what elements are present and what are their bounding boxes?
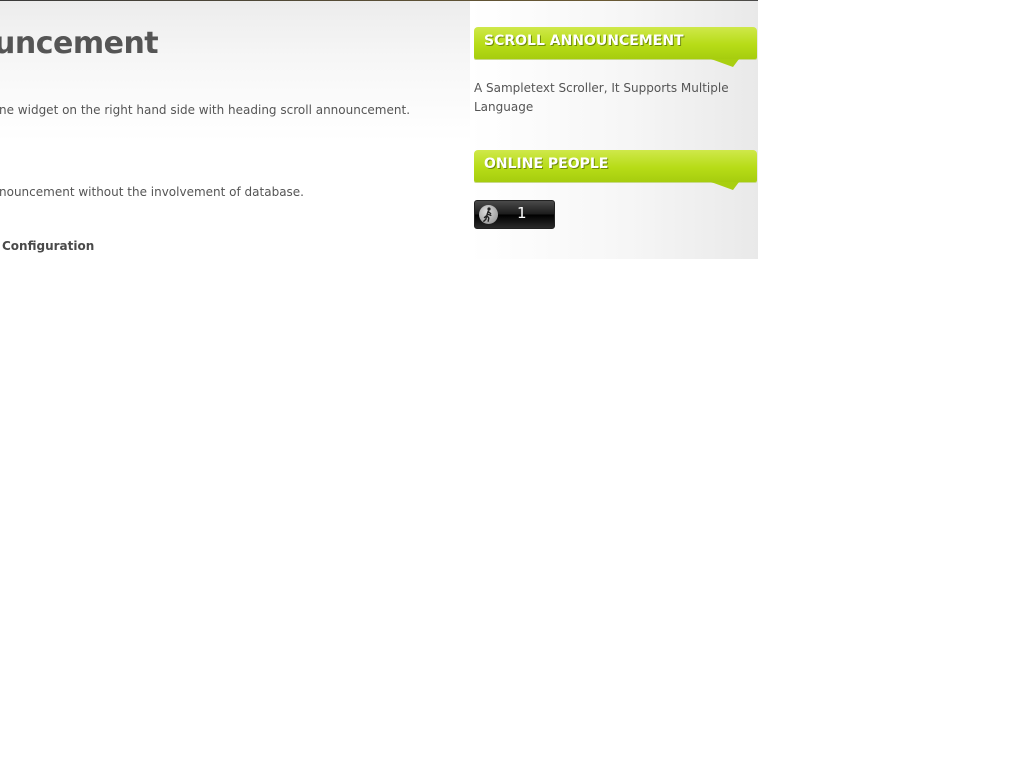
online-people-heading-text: ONLINE PEOPLE	[484, 156, 609, 172]
walking-person-icon	[479, 205, 498, 224]
scroll-announcement-heading: SCROLL ANNOUNCEMENT	[474, 27, 757, 67]
scroll-announcement-text: A Sampletext Scroller, It Supports Multi…	[474, 81, 729, 114]
article-title: uncement	[0, 26, 159, 61]
configuration-link[interactable]: Configuration	[2, 239, 94, 253]
heading-notch	[711, 182, 739, 190]
heading-notch	[711, 59, 739, 67]
page: uncement ne widget on the right hand sid…	[0, 0, 758, 259]
content-area	[0, 1, 470, 141]
online-count: 1	[517, 204, 527, 222]
online-people-heading: ONLINE PEOPLE	[474, 150, 757, 190]
article-paragraph-1: ne widget on the right hand side with he…	[0, 103, 411, 117]
article-paragraph-2: nouncement without the involvement of da…	[0, 185, 304, 199]
online-people-counter: 1	[474, 200, 555, 229]
scroll-announcement-heading-text: SCROLL ANNOUNCEMENT	[484, 33, 684, 49]
